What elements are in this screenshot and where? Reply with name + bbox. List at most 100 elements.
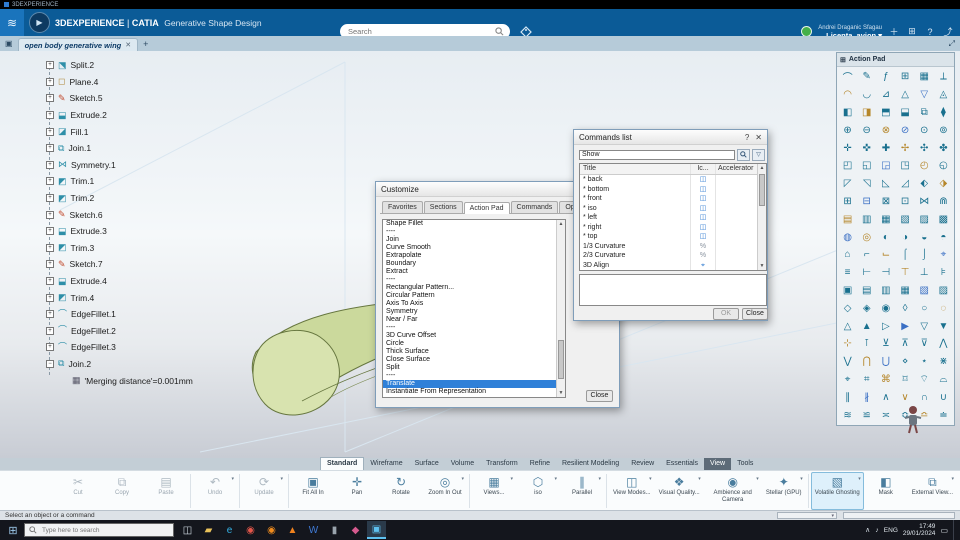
- tool-undo[interactable]: ↶ ▾ Undo: [193, 472, 237, 510]
- tree-item[interactable]: + ◩ Trim.3: [46, 240, 193, 257]
- expand-toggle-icon[interactable]: +: [46, 127, 54, 136]
- tool-ambience-and-camera[interactable]: ◉ ▾ Ambience and Camera: [704, 472, 762, 510]
- action-pad-tool-icon[interactable]: ⋁: [838, 353, 857, 371]
- tool-zoom-in-out[interactable]: ◎ ▾ Zoom In Out: [423, 472, 467, 510]
- tree-item[interactable]: + ⌒ EdgeFillet.3: [46, 339, 193, 356]
- command-row[interactable]: * iso ◫: [580, 203, 766, 213]
- tool-rotate[interactable]: ↻ Rotate: [379, 472, 423, 510]
- expand-toggle-icon[interactable]: +: [46, 277, 54, 286]
- action-pad-tool-icon[interactable]: ∦: [857, 388, 876, 406]
- taskbar-search[interactable]: [24, 523, 174, 537]
- command-row[interactable]: * right ◫: [580, 222, 766, 232]
- action-pad-tool-icon[interactable]: ⌐: [857, 246, 876, 264]
- customize-close-button[interactable]: Close: [586, 390, 613, 402]
- action-pad-tool-icon[interactable]: ✣: [915, 139, 934, 157]
- action-pad-tool-icon[interactable]: ⊖: [857, 121, 876, 139]
- scrollbar-thumb[interactable]: [759, 174, 765, 206]
- command-item[interactable]: Join: [383, 236, 565, 244]
- action-pad-tool-icon[interactable]: ◺: [876, 175, 895, 193]
- action-pad-tool-icon[interactable]: ⊻: [876, 335, 895, 353]
- command-item[interactable]: ----: [383, 324, 565, 332]
- help-icon[interactable]: ?: [924, 27, 936, 37]
- action-pad-tool-icon[interactable]: ▨: [915, 210, 934, 228]
- new-tab-button[interactable]: +: [143, 39, 148, 49]
- 3ds-logo-icon[interactable]: ≋: [0, 9, 24, 36]
- tool-copy[interactable]: ⧉ Copy: [100, 472, 144, 510]
- tree-item[interactable]: + ✎ Sketch.7: [46, 256, 193, 273]
- tab-close-icon[interactable]: ✕: [125, 41, 131, 49]
- command-row[interactable]: * top ◫: [580, 232, 766, 242]
- commands-filter-input[interactable]: [579, 149, 735, 160]
- action-pad-tool-icon[interactable]: ◒: [915, 228, 934, 246]
- action-pad-tool-icon[interactable]: ⊡: [895, 193, 914, 211]
- action-pad-tool-icon[interactable]: ⌂: [838, 246, 857, 264]
- command-item[interactable]: Shape Fillet: [383, 220, 565, 228]
- action-pad-tool-icon[interactable]: ⌗: [857, 371, 876, 389]
- expand-toggle-icon[interactable]: +: [46, 260, 54, 269]
- tool-views[interactable]: ▦ ▾ Views...: [472, 472, 516, 510]
- section-tab-volume[interactable]: Volume: [445, 458, 480, 470]
- status-field-dropdown[interactable]: ▾: [777, 512, 837, 519]
- action-pad-tool-icon[interactable]: ◇: [838, 299, 857, 317]
- action-pad-tool-icon[interactable]: ⊢: [857, 264, 876, 282]
- help-icon[interactable]: ?: [745, 133, 749, 142]
- action-pad-tool-icon[interactable]: ⬓: [895, 104, 914, 122]
- section-tab-refine[interactable]: Refine: [524, 458, 556, 470]
- command-item[interactable]: Instantiate From Representation: [383, 388, 565, 396]
- action-pad-tool-icon[interactable]: ▨: [934, 282, 953, 300]
- tree-item[interactable]: + ⬓ Extrude.2: [46, 107, 193, 124]
- action-pad-tool-icon[interactable]: ▣: [838, 282, 857, 300]
- action-pad-tool-icon[interactable]: ○: [915, 299, 934, 317]
- command-item[interactable]: Extrapolate: [383, 252, 565, 260]
- action-pad-tool-icon[interactable]: ⌘: [876, 371, 895, 389]
- expand-toggle-icon[interactable]: −: [46, 359, 54, 368]
- tree-item[interactable]: + ⋈ Symmetry.1: [46, 157, 193, 174]
- expand-toggle-icon[interactable]: +: [46, 160, 54, 169]
- action-pad-tool-icon[interactable]: ◨: [857, 104, 876, 122]
- action-pad-tool-icon[interactable]: △: [838, 317, 857, 335]
- action-pad-tool-icon[interactable]: ⋃: [876, 353, 895, 371]
- expand-toggle-icon[interactable]: +: [46, 177, 54, 186]
- action-pad-tool-icon[interactable]: ◴: [915, 157, 934, 175]
- compass-icon[interactable]: ▶: [29, 12, 50, 33]
- expand-icon[interactable]: ⤢: [949, 39, 955, 49]
- action-pad-tool-icon[interactable]: ✤: [934, 139, 953, 157]
- action-pad-tool-icon[interactable]: ◈: [857, 299, 876, 317]
- section-tab-transform[interactable]: Transform: [480, 458, 524, 470]
- action-pad-tool-icon[interactable]: ◲: [876, 157, 895, 175]
- action-pad-header[interactable]: ⊞ Action Pad: [837, 53, 954, 67]
- expand-toggle-icon[interactable]: +: [46, 94, 54, 103]
- scroll-up-icon[interactable]: ▲: [557, 220, 565, 228]
- tree-item[interactable]: − ⧉ Join.2: [46, 356, 193, 373]
- expand-toggle-icon[interactable]: +: [46, 243, 54, 252]
- action-pad-tool-icon[interactable]: ⌖: [934, 246, 953, 264]
- action-pad-tool-icon[interactable]: ⊺: [857, 335, 876, 353]
- viewport[interactable]: + ⬔ Split.2 + ◻ Plane.4 + ✎ Sketch.5 + ⬓ Extrude.2 +…: [0, 51, 960, 458]
- action-pad-tool-icon[interactable]: ⊤: [895, 264, 914, 282]
- action-pad-tool-icon[interactable]: ⋒: [934, 193, 953, 211]
- action-pad-tool-icon[interactable]: ⌠: [895, 246, 914, 264]
- action-pad-tool-icon[interactable]: ▶: [895, 317, 914, 335]
- action-center-icon[interactable]: ▭: [940, 526, 948, 535]
- command-row[interactable]: 1/3 Curvature%: [580, 241, 766, 251]
- command-row[interactable]: 2/3 Curvature%: [580, 251, 766, 261]
- tree-item[interactable]: + ✎ Sketch.6: [46, 206, 193, 223]
- tree-item[interactable]: + ◪ Fill.1: [46, 123, 193, 140]
- action-pad-tool-icon[interactable]: ⊠: [876, 193, 895, 211]
- tool-visual-quality[interactable]: ❖ ▾ Visual Quality...: [655, 472, 704, 510]
- task-view-icon[interactable]: ◫: [178, 521, 197, 539]
- action-pad-tool-icon[interactable]: ◓: [934, 228, 953, 246]
- action-pad-tool-icon[interactable]: ∥: [838, 388, 857, 406]
- catia-icon[interactable]: ▣: [367, 521, 386, 539]
- tab-favorites[interactable]: Favorites: [382, 201, 423, 213]
- action-pad-tool-icon[interactable]: ◰: [838, 157, 857, 175]
- action-pad-tool-icon[interactable]: ▦: [895, 282, 914, 300]
- command-row[interactable]: * back ◫: [580, 175, 766, 185]
- show-desktop-button[interactable]: [953, 520, 957, 540]
- action-pad-tool-icon[interactable]: ✛: [838, 139, 857, 157]
- tool-iso[interactable]: ⬡ ▾ iso: [516, 472, 560, 510]
- action-pad-tool-icon[interactable]: ◑: [895, 228, 914, 246]
- action-pad-tool-icon[interactable]: ⌙: [876, 246, 895, 264]
- action-pad-tool-icon[interactable]: ⋂: [857, 353, 876, 371]
- expand-toggle-icon[interactable]: +: [46, 210, 54, 219]
